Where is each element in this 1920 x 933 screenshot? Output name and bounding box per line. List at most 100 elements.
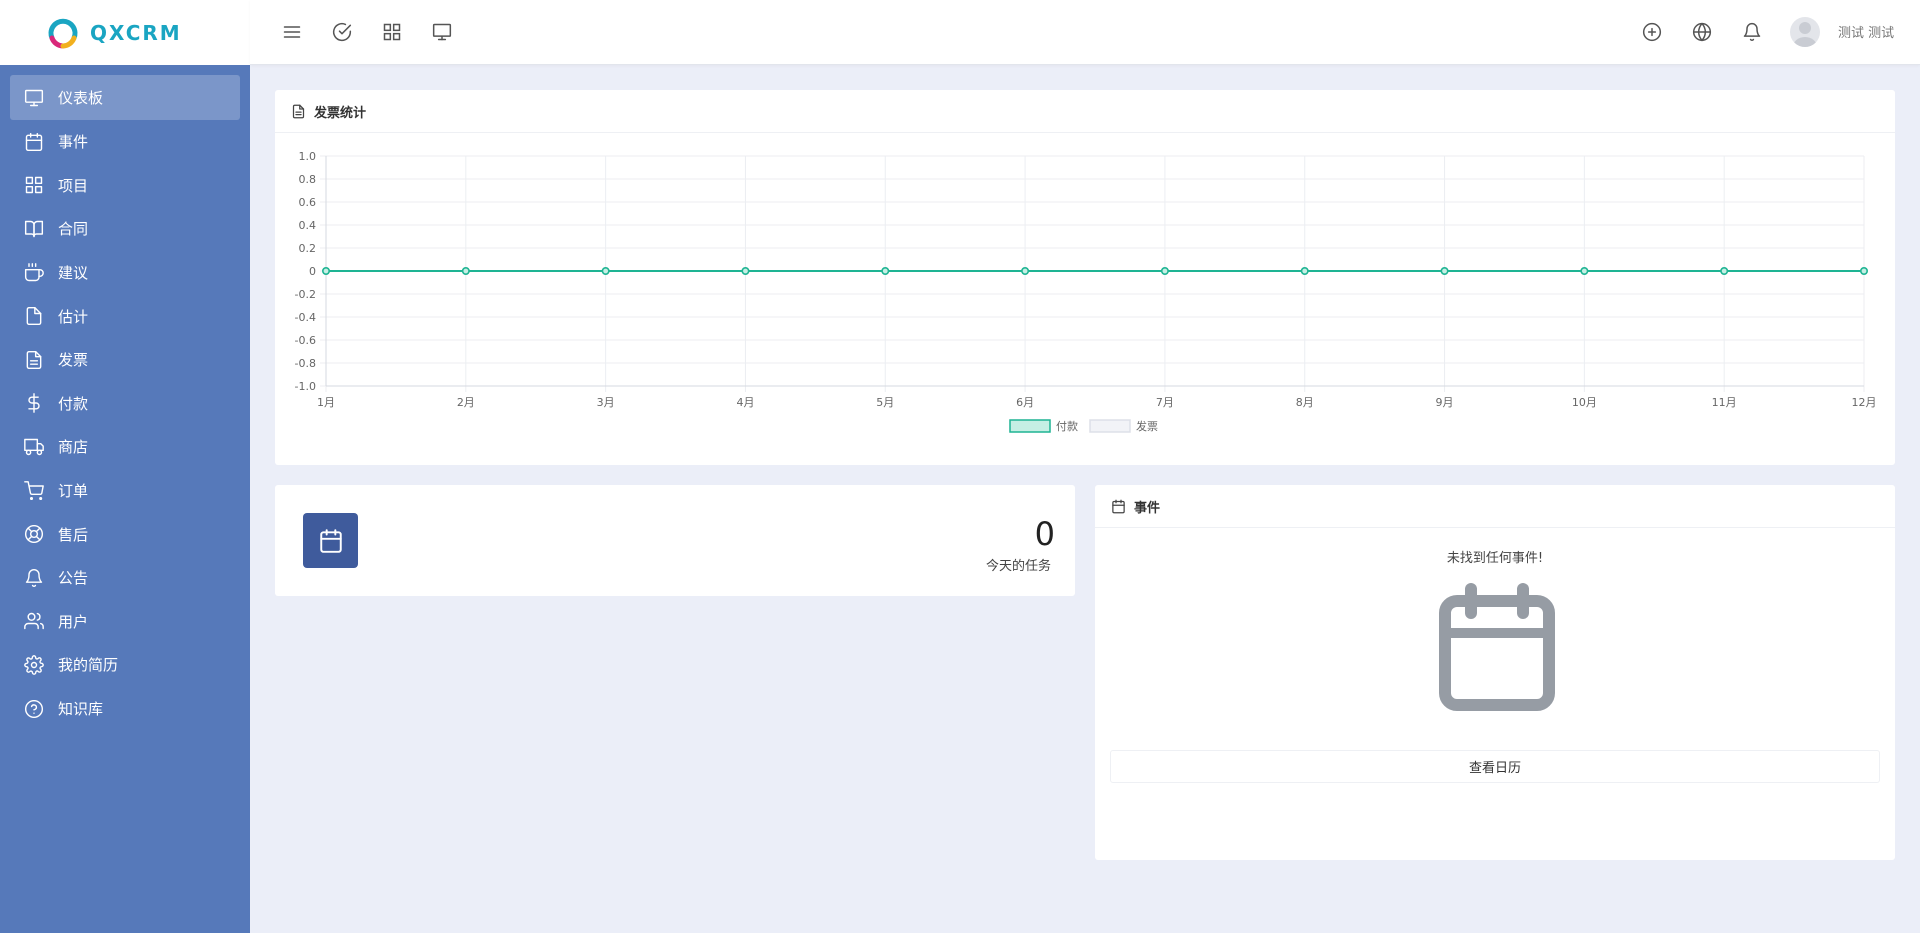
y-tick-label: -0.4 <box>295 311 316 324</box>
task-label: 今天的任务 <box>985 559 1051 574</box>
y-tick-label: 1.0 <box>299 150 317 163</box>
sidebar-item-label: 我的简历 <box>58 656 119 675</box>
help-circle-icon <box>24 699 44 718</box>
globe-icon[interactable] <box>1690 20 1714 44</box>
y-tick-label: -0.8 <box>295 357 316 370</box>
sidebar-item-label: 事件 <box>58 133 89 152</box>
file-text-icon <box>292 104 305 118</box>
file-text-icon <box>26 350 42 369</box>
invoice-stats-card: 发票统计 1.0 0.8 0.6 0.4 0.2 0 -0.2 -0.4 -0.6 -0.8 -1.… <box>275 90 1895 465</box>
x-tick-label: 9月 <box>1436 396 1454 409</box>
invoice-line-chart: 1.0 0.8 0.6 0.4 0.2 0 -0.2 -0.4 -0.6 -0.8 -1.01月 2月… <box>295 150 1877 433</box>
task-icon-box <box>303 513 358 568</box>
sidebar-item-file-text[interactable]: 发票 <box>10 338 240 382</box>
grid-icon <box>25 177 43 194</box>
sidebar-item-calendar[interactable]: 事件 <box>10 120 240 164</box>
grid-icon[interactable] <box>380 20 404 44</box>
x-tick-label: 2月 <box>457 396 475 409</box>
gear-icon <box>24 655 44 675</box>
data-point <box>1021 267 1030 276</box>
legend-label: 发票 <box>1136 419 1158 433</box>
book-icon <box>24 220 44 238</box>
bell-icon <box>25 568 43 587</box>
coffee-icon <box>24 262 44 281</box>
x-tick-label: 6月 <box>1016 396 1034 409</box>
monitor-icon[interactable] <box>430 20 454 44</box>
sidebar-item-coffee[interactable]: 建议 <box>10 251 240 295</box>
calendar-icon <box>319 528 342 553</box>
sidebar-item-grid[interactable]: 项目 <box>10 164 240 208</box>
task-count: 0 <box>1034 515 1055 553</box>
y-tick-label: 0.4 <box>299 219 317 232</box>
brand-name: QXCRM <box>90 20 182 45</box>
legend-label: 付款 <box>1056 419 1078 433</box>
card-title: 发票统计 <box>314 105 367 121</box>
data-point <box>601 267 610 276</box>
avatar[interactable] <box>1790 17 1820 47</box>
sidebar-item-label: 仪表板 <box>58 89 104 107</box>
sidebar-item-truck[interactable]: 商店 <box>10 425 240 469</box>
sidebar-item-bell[interactable]: 公告 <box>10 556 240 600</box>
sidebar-item-book[interactable]: 合同 <box>10 207 240 251</box>
calendar-icon <box>25 132 43 151</box>
truck-icon <box>24 438 44 456</box>
empty-events-message: 未找到任何事件! <box>1446 551 1544 566</box>
data-point <box>1580 267 1589 276</box>
menu-toggle-icon[interactable] <box>280 20 304 44</box>
sidebar-item-monitor[interactable]: 仪表板 <box>10 75 240 120</box>
sidebar-item-label: 建议 <box>58 264 89 283</box>
y-tick-label: 0.8 <box>299 173 317 186</box>
sidebar-item-cart[interactable]: 订单 <box>10 469 240 513</box>
events-card: 事件 未找到任何事件! 查看日历 <box>1095 485 1895 860</box>
data-point <box>1860 267 1869 276</box>
user-name[interactable]: 测试 测试 <box>1838 22 1894 41</box>
events-header: 事件 <box>1095 485 1895 528</box>
plus-circle-icon[interactable] <box>1640 20 1664 44</box>
empty-calendar-icon <box>1439 583 1555 711</box>
legend-swatch <box>1089 419 1131 433</box>
data-point <box>461 267 470 276</box>
calendar-icon <box>1112 499 1125 513</box>
lifebuoy-icon <box>24 525 44 544</box>
legend-swatch <box>1009 419 1051 433</box>
brand-logo-icon <box>48 18 78 48</box>
sidebar-item-label: 发票 <box>58 351 89 370</box>
data-point <box>1300 267 1309 276</box>
sidebar: 仪表板事件项目 合同建议估计发票付款商店订单售后公告用户我的简历知识库 <box>0 65 250 933</box>
sidebar-item-label: 知识库 <box>58 700 104 719</box>
y-tick-label: -1.0 <box>295 380 316 393</box>
x-tick-label: 12月 <box>1852 396 1877 409</box>
data-point <box>321 267 330 276</box>
data-point <box>881 267 890 276</box>
brand[interactable]: QXCRM <box>0 0 250 65</box>
sidebar-item-label: 用户 <box>58 612 89 631</box>
sidebar-item-label: 估计 <box>58 307 89 326</box>
tasks-card: 0 今天的任务 <box>275 485 1075 596</box>
sidebar-item-label: 订单 <box>58 482 89 501</box>
x-tick-label: 5月 <box>876 396 894 409</box>
y-tick-label: -0.6 <box>295 334 316 347</box>
sidebar-item-users[interactable]: 用户 <box>10 600 240 644</box>
view-calendar-button[interactable]: 查看日历 <box>1110 750 1880 783</box>
sidebar-item-label: 商店 <box>58 438 89 457</box>
monitor-icon <box>24 89 44 106</box>
sidebar-item-dollar[interactable]: 付款 <box>10 382 240 426</box>
invoice-stats-header: 发票统计 <box>275 90 1895 133</box>
sidebar-item-help-circle[interactable]: 知识库 <box>10 687 240 731</box>
x-tick-label: 8月 <box>1296 396 1314 409</box>
x-tick-label: 3月 <box>597 396 615 409</box>
notifications-bell-icon[interactable] <box>1740 20 1764 44</box>
dollar-icon <box>28 393 40 414</box>
sidebar-item-file[interactable]: 估计 <box>10 294 240 338</box>
x-tick-label: 7月 <box>1156 396 1174 409</box>
sidebar-item-label: 公告 <box>58 569 89 588</box>
file-icon <box>26 307 42 326</box>
sidebar-item-lifebuoy[interactable]: 售后 <box>10 512 240 556</box>
check-circle-icon[interactable] <box>330 20 354 44</box>
sidebar-item-gear[interactable]: 我的简历 <box>10 643 240 687</box>
cart-icon <box>24 480 44 500</box>
users-icon <box>24 613 44 630</box>
data-point <box>741 267 750 276</box>
card-title: 事件 <box>1134 500 1161 516</box>
x-tick-label: 1月 <box>317 396 335 409</box>
